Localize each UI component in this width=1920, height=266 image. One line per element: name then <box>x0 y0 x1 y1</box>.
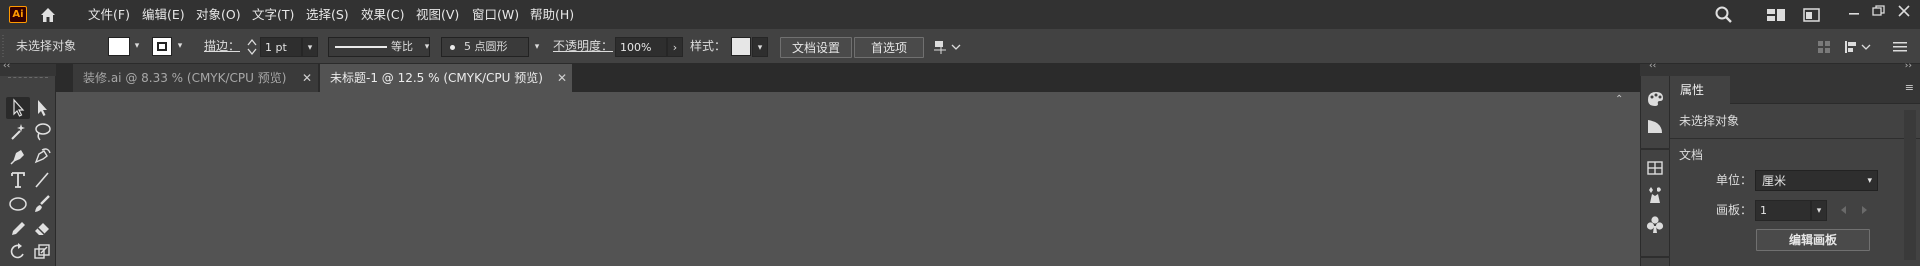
properties-panel-header: ›› <box>1670 61 1920 76</box>
pen-tool-icon[interactable] <box>6 145 30 167</box>
menu-window[interactable]: 窗口(W) <box>472 0 519 29</box>
dock-divider <box>1640 148 1670 150</box>
menu-view[interactable]: 视图(V) <box>416 0 459 29</box>
gradient-panel-icon[interactable] <box>1644 116 1666 136</box>
units-value: 厘米 <box>1762 174 1787 188</box>
variable-width-profile[interactable]: 等比 <box>328 37 430 57</box>
pencil-tool-icon[interactable] <box>6 217 30 239</box>
artboard-label: 画板： <box>1716 203 1753 217</box>
tab-close-icon[interactable]: ✕ <box>557 64 567 92</box>
menu-type[interactable]: 文字(T) <box>252 0 294 29</box>
document-setup-button[interactable]: 文档设置 <box>780 37 852 58</box>
arrange-documents-icon[interactable] <box>1802 7 1822 23</box>
panel-scrollbar[interactable] <box>1904 110 1916 260</box>
brush-label: 5 点圆形 <box>464 40 508 53</box>
stroke-label[interactable]: 描边： <box>204 36 240 56</box>
tab-document-1[interactable]: 装修.ai @ 8.33 % (CMYK/CPU 预览) <box>73 64 318 92</box>
menu-edit[interactable]: 编辑(E) <box>142 0 185 29</box>
dock-header: ‹‹ <box>1640 61 1670 76</box>
isolation-mode-icon[interactable] <box>1815 38 1833 56</box>
app-logo: Ai <box>9 6 27 23</box>
style-dropdown-icon[interactable]: ▾ <box>752 37 768 57</box>
brush-definition[interactable]: 5 点圆形 <box>441 37 529 57</box>
align-options-icon[interactable] <box>1842 38 1874 56</box>
stroke-dropdown-icon[interactable]: ▾ <box>174 36 186 56</box>
selection-status: 未选择对象 <box>16 39 77 53</box>
style-label: 样式： <box>690 39 727 53</box>
panel-menu-icon[interactable]: ≡ <box>1905 81 1914 94</box>
artboard-canvas[interactable] <box>56 92 1640 266</box>
toolbar-grip[interactable] <box>8 77 48 81</box>
units-dropdown-icon: ▾ <box>1867 176 1872 186</box>
menu-object[interactable]: 对象(O) <box>196 0 241 29</box>
dock-divider <box>1640 256 1670 258</box>
units-select[interactable]: 厘米 ▾ <box>1755 170 1878 191</box>
opacity-label[interactable]: 不透明度： <box>553 36 613 56</box>
collapse-toolbar-icon[interactable]: ‹‹ <box>3 61 10 71</box>
preferences-button[interactable]: 首选项 <box>854 37 924 58</box>
toolbar-header: ‹‹ <box>0 61 56 76</box>
collapse-panel-icon[interactable]: ›› <box>1905 61 1912 71</box>
tab-document-2[interactable]: 未标题-1 @ 12.5 % (CMYK/CPU 预览) <box>320 64 572 92</box>
tab-label: 未标题-1 @ 12.5 % (CMYK/CPU 预览) <box>330 71 543 85</box>
edit-artboards-button[interactable]: 编辑画板 <box>1756 229 1870 251</box>
rotate-tool-icon[interactable] <box>6 241 30 263</box>
ellipse-tool-icon[interactable] <box>6 193 30 215</box>
profile-label: 等比 <box>391 40 413 53</box>
menu-effect[interactable]: 效果(C) <box>361 0 404 29</box>
fill-swatch[interactable] <box>108 37 130 56</box>
opacity-field[interactable]: 100% <box>615 37 667 57</box>
menu-select[interactable]: 选择(S) <box>306 0 349 29</box>
document-section-title: 文档 <box>1679 148 1704 162</box>
graphic-style-swatch[interactable] <box>731 37 751 56</box>
align-to-artboard-icon[interactable] <box>932 38 964 56</box>
artboard-field[interactable]: 1 <box>1755 200 1811 221</box>
expand-dock-icon[interactable]: ‹‹ <box>1649 61 1656 71</box>
stroke-weight-field[interactable]: 1 pt <box>260 37 302 57</box>
color-panel-icon[interactable] <box>1644 88 1666 108</box>
stroke-swatch[interactable] <box>152 37 172 56</box>
paintbrush-tool-icon[interactable] <box>30 193 54 215</box>
menu-file[interactable]: 文件(F) <box>88 0 130 29</box>
selection-tool-icon[interactable] <box>6 97 30 119</box>
line-segment-tool-icon[interactable] <box>30 169 54 191</box>
eraser-tool-icon[interactable] <box>30 217 54 239</box>
brush-dropdown-icon[interactable]: ▾ <box>530 37 544 57</box>
direct-selection-tool-icon[interactable] <box>30 97 54 119</box>
scale-tool-icon[interactable] <box>30 241 54 263</box>
close-icon[interactable] <box>1894 3 1914 19</box>
type-tool-icon[interactable] <box>6 169 30 191</box>
fill-dropdown-icon[interactable]: ▾ <box>131 36 143 56</box>
minimize-icon[interactable] <box>1844 3 1864 19</box>
control-bar-grip[interactable] <box>0 29 8 63</box>
tab-properties[interactable]: 属性 <box>1670 76 1730 104</box>
workspace-layout-icon[interactable] <box>1766 7 1786 23</box>
club-icon[interactable] <box>1644 214 1666 236</box>
swatches-panel-icon[interactable] <box>1644 158 1666 178</box>
previous-artboard-icon[interactable] <box>1838 204 1850 216</box>
artboard-dropdown-icon[interactable]: ▾ <box>1811 200 1827 221</box>
search-icon[interactable] <box>1714 5 1734 25</box>
units-label: 单位： <box>1716 173 1753 187</box>
lasso-tool-icon[interactable] <box>30 121 54 143</box>
profile-dropdown-icon[interactable]: ▾ <box>421 37 433 57</box>
stroke-stepper-icon[interactable] <box>246 37 258 57</box>
control-bar-menu-icon[interactable] <box>1890 38 1910 56</box>
curvature-tool-icon[interactable] <box>30 145 54 167</box>
opacity-arrow-icon[interactable]: › <box>667 37 683 57</box>
vertical-scrollbar[interactable]: ⌃ <box>1612 92 1628 266</box>
tab-close-icon[interactable]: ✕ <box>302 64 312 92</box>
restore-icon[interactable] <box>1868 3 1888 19</box>
section-divider <box>1670 138 1920 139</box>
tab-label: 装修.ai @ 8.33 % (CMYK/CPU 预览) <box>83 71 287 85</box>
magic-wand-tool-icon[interactable] <box>6 121 30 143</box>
menu-help[interactable]: 帮助(H) <box>530 0 574 29</box>
home-icon[interactable] <box>38 5 58 25</box>
stroke-weight-dropdown-icon[interactable]: ▾ <box>302 37 318 57</box>
properties-selection-status: 未选择对象 <box>1679 114 1740 128</box>
symbols-panel-icon[interactable] <box>1644 184 1666 206</box>
scroll-up-icon[interactable]: ⌃ <box>1615 94 1623 105</box>
next-artboard-icon[interactable] <box>1858 204 1870 216</box>
